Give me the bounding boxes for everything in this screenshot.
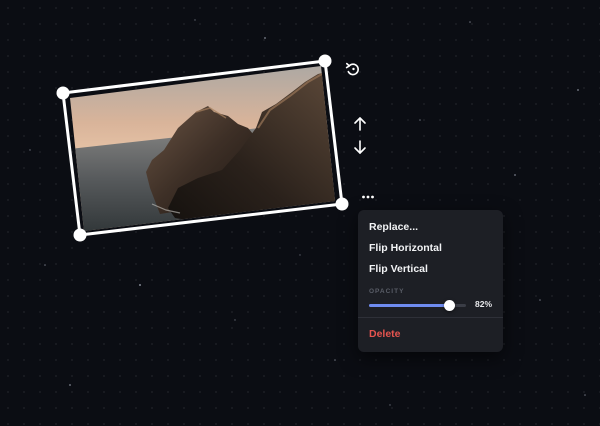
- rotate-icon: [345, 62, 359, 76]
- opacity-value: 82%: [474, 299, 492, 309]
- resize-handle-top-right[interactable]: [318, 54, 332, 68]
- menu-item-replace[interactable]: Replace...: [358, 217, 503, 238]
- resize-handle-bottom-right[interactable]: [335, 197, 349, 211]
- selected-image-object[interactable]: [0, 0, 600, 426]
- menu-item-flip-vertical[interactable]: Flip Vertical: [358, 259, 503, 280]
- context-menu: Replace... Flip Horizontal Flip Vertical…: [358, 210, 503, 352]
- more-icon: [362, 195, 374, 199]
- rotate-button[interactable]: [343, 59, 363, 79]
- arrow-down-icon: [354, 140, 366, 154]
- menu-item-flip-horizontal[interactable]: Flip Horizontal: [358, 238, 503, 259]
- opacity-label: OPACITY: [369, 288, 405, 295]
- opacity-slider-fill: [369, 304, 449, 307]
- opacity-slider[interactable]: [369, 300, 466, 311]
- more-options-button[interactable]: [358, 187, 378, 207]
- send-backward-button[interactable]: [350, 137, 370, 157]
- opacity-slider-thumb[interactable]: [444, 300, 455, 311]
- resize-handle-bottom-left[interactable]: [73, 228, 87, 242]
- resize-handle-top-left[interactable]: [56, 86, 70, 100]
- bring-forward-button[interactable]: [350, 114, 370, 134]
- menu-divider: [358, 317, 503, 318]
- menu-item-delete[interactable]: Delete: [358, 324, 503, 345]
- opacity-slider-row: 82%: [358, 297, 503, 313]
- arrow-up-icon: [354, 117, 366, 131]
